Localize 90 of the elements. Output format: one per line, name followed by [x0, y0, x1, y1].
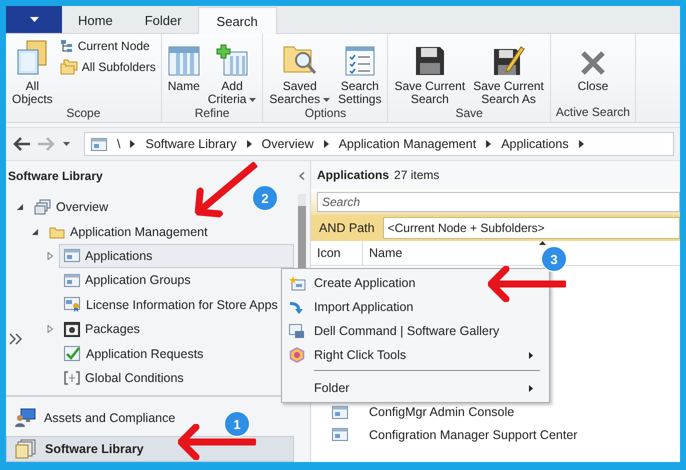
table-cell: ConfigMgr Admin Console — [369, 405, 514, 420]
window-icon — [64, 249, 80, 262]
collapsed-icon[interactable] — [46, 252, 54, 260]
criteria-label: AND Path — [319, 221, 375, 235]
ribbon-button[interactable]: Add Criteria — [206, 38, 258, 106]
stacked-windows-icon — [16, 40, 48, 76]
caret-icon — [62, 142, 70, 146]
tree-item[interactable]: Global Conditions — [59, 366, 189, 390]
checklist-icon — [344, 46, 375, 76]
double-chevron-icon — [9, 333, 23, 345]
table-plus-icon — [216, 44, 248, 76]
breadcrumb[interactable]: \ — [117, 137, 120, 151]
group-label: Active Search — [556, 105, 630, 121]
new-window-icon — [288, 276, 306, 290]
ribbon-tab[interactable]: Folder — [128, 7, 198, 33]
table-cell: Configration Manager Support Center — [369, 428, 578, 442]
close-icon — [580, 50, 606, 76]
search-field[interactable]: Search — [317, 192, 680, 212]
item-count: 27 items — [394, 168, 440, 182]
ribbon-button[interactable]: All Objects — [11, 38, 54, 106]
pane-title: Software Library — [8, 169, 103, 183]
breadcrumb[interactable]: Overview — [262, 137, 314, 151]
ribbon-button[interactable]: Save Current Search — [393, 38, 466, 106]
ribbon-button[interactable]: Save Current Search As — [472, 38, 545, 106]
ribbon-button[interactable]: Close — [576, 38, 610, 105]
group-label: Refine — [194, 106, 230, 122]
menu-item[interactable]: Dell Command | Software Gallery — [282, 319, 549, 343]
menu-item[interactable]: Right Click Tools — [282, 343, 549, 367]
table-icon — [168, 46, 200, 76]
column-header[interactable]: Name — [363, 241, 402, 265]
caret-icon — [323, 98, 330, 102]
tree-item[interactable]: Application Groups — [59, 268, 196, 292]
tree-item[interactable]: Applications — [59, 244, 294, 268]
checkmark-icon — [64, 346, 81, 362]
ribbon-button[interactable]: Search Settings — [337, 38, 382, 106]
folder-icon — [60, 59, 78, 75]
ribbon-button[interactable]: Name — [166, 38, 201, 106]
window-icon — [289, 324, 305, 338]
package-icon — [64, 322, 80, 337]
workspace-button[interactable]: Software Library — [6, 436, 294, 462]
tree-item[interactable]: License Information for Store Apps — [59, 292, 283, 317]
pane-title: Applications — [317, 168, 390, 182]
folder-icon — [49, 224, 65, 239]
floppy-pencil-icon — [492, 44, 525, 76]
window-icon — [91, 138, 107, 150]
ribbon-button[interactable]: All Subfolders — [60, 59, 156, 75]
back-icon — [13, 137, 31, 151]
group-label: Scope — [65, 106, 102, 122]
breadcrumb[interactable]: Applications — [501, 137, 569, 151]
caret-icon — [249, 98, 256, 102]
certificate-icon — [64, 297, 81, 312]
menu-item[interactable]: Create Application — [282, 271, 549, 295]
breadcrumb[interactable]: Application Management — [338, 137, 476, 151]
submenu-arrow-icon — [529, 384, 533, 392]
chevron-left-icon — [299, 172, 305, 180]
tree-item[interactable]: Overview — [29, 195, 114, 220]
ribbon-button[interactable]: Current Node — [60, 39, 156, 53]
window-icon — [64, 274, 80, 287]
tree-item[interactable]: Application Management — [44, 220, 213, 244]
tree-item[interactable]: Application Requests — [59, 342, 208, 366]
menu-item[interactable]: Import Application — [282, 295, 549, 319]
chevron-icon — [486, 140, 492, 148]
window-icon — [332, 406, 348, 419]
ribbon-button[interactable]: Saved Searches — [268, 38, 332, 106]
collapsed-icon[interactable] — [46, 325, 54, 334]
submenu-arrow-icon — [529, 352, 533, 358]
breadcrumb[interactable]: Software Library — [145, 137, 236, 151]
bracket-icon — [64, 370, 80, 385]
chevron-icon — [130, 140, 136, 148]
tree-icon — [60, 39, 74, 53]
tree-item[interactable]: Packages — [59, 317, 145, 342]
chevron-icon — [246, 140, 252, 148]
chevron-icon — [578, 140, 584, 148]
path-field[interactable]: <Current Node + Subfolders> — [382, 217, 680, 239]
expanded-icon[interactable] — [32, 228, 38, 236]
hexagon-icon — [289, 347, 305, 363]
library-icon — [15, 439, 37, 459]
ribbon-tab[interactable]: Search — [198, 7, 277, 34]
column-header[interactable]: Icon — [311, 241, 363, 265]
chevron-icon — [324, 140, 329, 148]
caret-icon — [30, 17, 38, 22]
window-icon — [332, 428, 348, 442]
group-label: Save — [454, 106, 484, 122]
forward-icon — [37, 137, 55, 151]
server-stack-icon — [34, 199, 51, 216]
computer-user-icon — [14, 408, 36, 428]
expanded-icon[interactable] — [16, 203, 24, 212]
curved-arrow-icon — [289, 300, 305, 314]
group-label: Options — [304, 106, 348, 122]
ribbon-tab[interactable]: Home — [62, 7, 129, 33]
